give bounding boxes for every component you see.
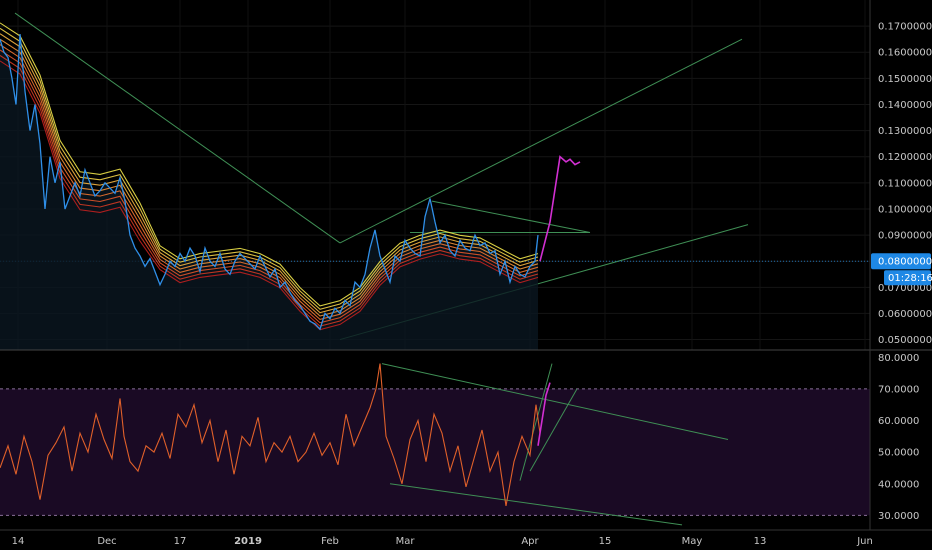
price-tick-label: 0.1400000 [878, 100, 932, 111]
price-tick-label: 0.1600000 [878, 48, 932, 59]
time-tick-label: 13 [754, 536, 767, 547]
rsi-tick-label: 40.0000 [878, 479, 919, 490]
time-tick-label: 17 [174, 536, 187, 547]
current-price-value: 0.0800000 [878, 257, 932, 268]
rsi-tick-label: 50.0000 [878, 448, 919, 459]
time-tick-label: Apr [521, 536, 539, 547]
bar-countdown: 01:28:16 [888, 273, 932, 284]
price-tick-label: 0.1000000 [878, 204, 932, 215]
rsi-band [0, 388, 870, 516]
price-tick-label: 0.1700000 [878, 22, 932, 33]
price-tick-label: 0.1200000 [878, 152, 932, 163]
rsi-tick-label: 70.0000 [878, 384, 919, 395]
time-tick-label: Feb [321, 536, 339, 547]
rsi-tick-label: 30.0000 [878, 511, 919, 522]
time-tick-label: Mar [396, 536, 416, 547]
time-tick-label: May [682, 536, 703, 547]
time-tick-label: Jun [856, 536, 873, 547]
price-tick-label: 0.0900000 [878, 231, 932, 242]
time-tick-label: 14 [12, 536, 25, 547]
rsi-tick-label: 80.0000 [878, 353, 919, 364]
rsi-tick-label: 60.0000 [878, 416, 919, 427]
time-tick-label: 15 [599, 536, 612, 547]
price-tick-label: 0.1100000 [878, 178, 932, 189]
time-tick-label: Dec [97, 536, 116, 547]
time-tick-label: 2019 [234, 536, 262, 547]
price-tick-label: 0.0600000 [878, 309, 932, 320]
price-tick-label: 0.0500000 [878, 335, 932, 346]
price-tick-label: 0.1300000 [878, 126, 932, 137]
chart-canvas[interactable]: 0.1700000 0.1600000 0.1500000 0.1400000 0.13… [0, 0, 932, 550]
price-tick-label: 0.1500000 [878, 74, 932, 85]
